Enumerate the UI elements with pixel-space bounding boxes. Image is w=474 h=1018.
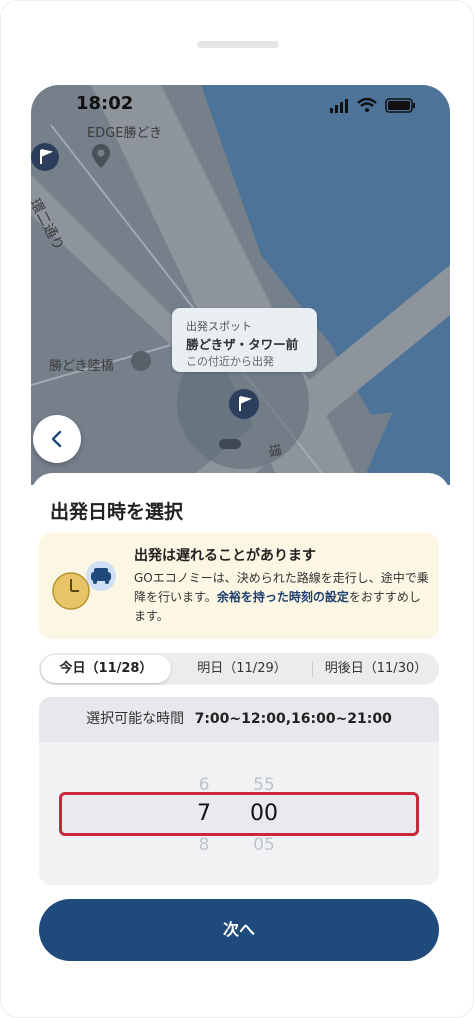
map-view[interactable]: 18:02 EDGE勝どき 環二通り 勝どき陸橋 出発スポット 勝どきザ・タワー… (31, 85, 450, 486)
available-hours-value: 7:00~12:00,16:00~21:00 (194, 711, 392, 727)
minute-selected: 00 (250, 801, 278, 826)
datetime-sheet: 出発日時を選択 出発は遅れることがあります GOエコノミーは、決められた路線を走… (31, 473, 450, 977)
time-picker: 選択可能な時間 7:00~12:00,16:00~21:00 6 7 8 55 … (39, 697, 439, 885)
notice-body: GOエコノミーは、決められた路線を走行し、途中で乗降を行います。余裕を持った時刻… (134, 569, 432, 626)
clock-car-icon (52, 561, 116, 610)
chevron-left-icon (51, 430, 62, 448)
next-button[interactable]: 次へ (39, 899, 439, 961)
tab-today[interactable]: 今日（11/28） (41, 655, 171, 683)
device-frame: 18:02 EDGE勝どき 環二通り 勝どき陸橋 出発スポット 勝どきザ・タワー… (0, 0, 474, 1018)
bubble-spot-name: 勝どきザ・タワー前 (186, 337, 299, 352)
bridge-poi-icon (131, 351, 151, 371)
hour-prev: 6 (198, 775, 210, 795)
back-button[interactable] (33, 415, 81, 463)
poi-label-edge: EDGE勝どき (87, 126, 163, 141)
sheet-handle[interactable] (197, 41, 279, 48)
available-hours-header: 選択可能な時間 7:00~12:00,16:00~21:00 (39, 697, 439, 742)
available-hours-label: 選択可能な時間 (86, 711, 185, 727)
hour-selected: 7 (197, 801, 211, 826)
status-bar: 18:02 (31, 85, 450, 123)
signal-icon (330, 99, 348, 113)
departure-spot-bubble[interactable]: 出発スポット 勝どきザ・タワー前 この付近から出発 (172, 308, 317, 372)
notice-body-emph: 余裕を持った時刻の設定 (216, 590, 349, 604)
delay-notice: 出発は遅れることがあります GOエコノミーは、決められた路線を走行し、途中で乗降… (39, 533, 439, 639)
tab-day-after-tomorrow[interactable]: 明後日（11/30） (315, 655, 437, 683)
stop-indicator-icon (219, 439, 241, 449)
hour-next: 8 (198, 835, 210, 855)
date-tabs: 今日（11/28） 明日（11/29） 明後日（11/30） (39, 653, 439, 685)
wifi-icon (357, 97, 377, 112)
flag-marker-icon[interactable] (31, 143, 59, 171)
sheet-title: 出発日時を選択 (50, 501, 184, 523)
bubble-note: この付近から出発 (186, 355, 274, 368)
tab-tomorrow[interactable]: 明日（11/29） (175, 655, 309, 683)
status-time: 18:02 (76, 93, 134, 114)
minute-wheel[interactable]: 55 00 05 (239, 757, 289, 885)
poi-label-bridge: 勝どき陸橋 (49, 359, 114, 374)
phone-screen: 18:02 EDGE勝どき 環二通り 勝どき陸橋 出発スポット 勝どきザ・タワー… (31, 85, 450, 977)
minute-next: 05 (253, 835, 275, 855)
hour-wheel[interactable]: 6 7 8 (179, 757, 229, 885)
departure-flag-icon[interactable] (229, 389, 259, 419)
tab-divider (312, 661, 313, 677)
map-pin-icon (92, 144, 110, 168)
status-icons (330, 97, 415, 113)
minute-prev: 55 (253, 775, 275, 795)
bubble-caption: 出発スポット (186, 320, 252, 333)
notice-heading: 出発は遅れることがあります (134, 548, 316, 564)
battery-icon (385, 98, 415, 113)
